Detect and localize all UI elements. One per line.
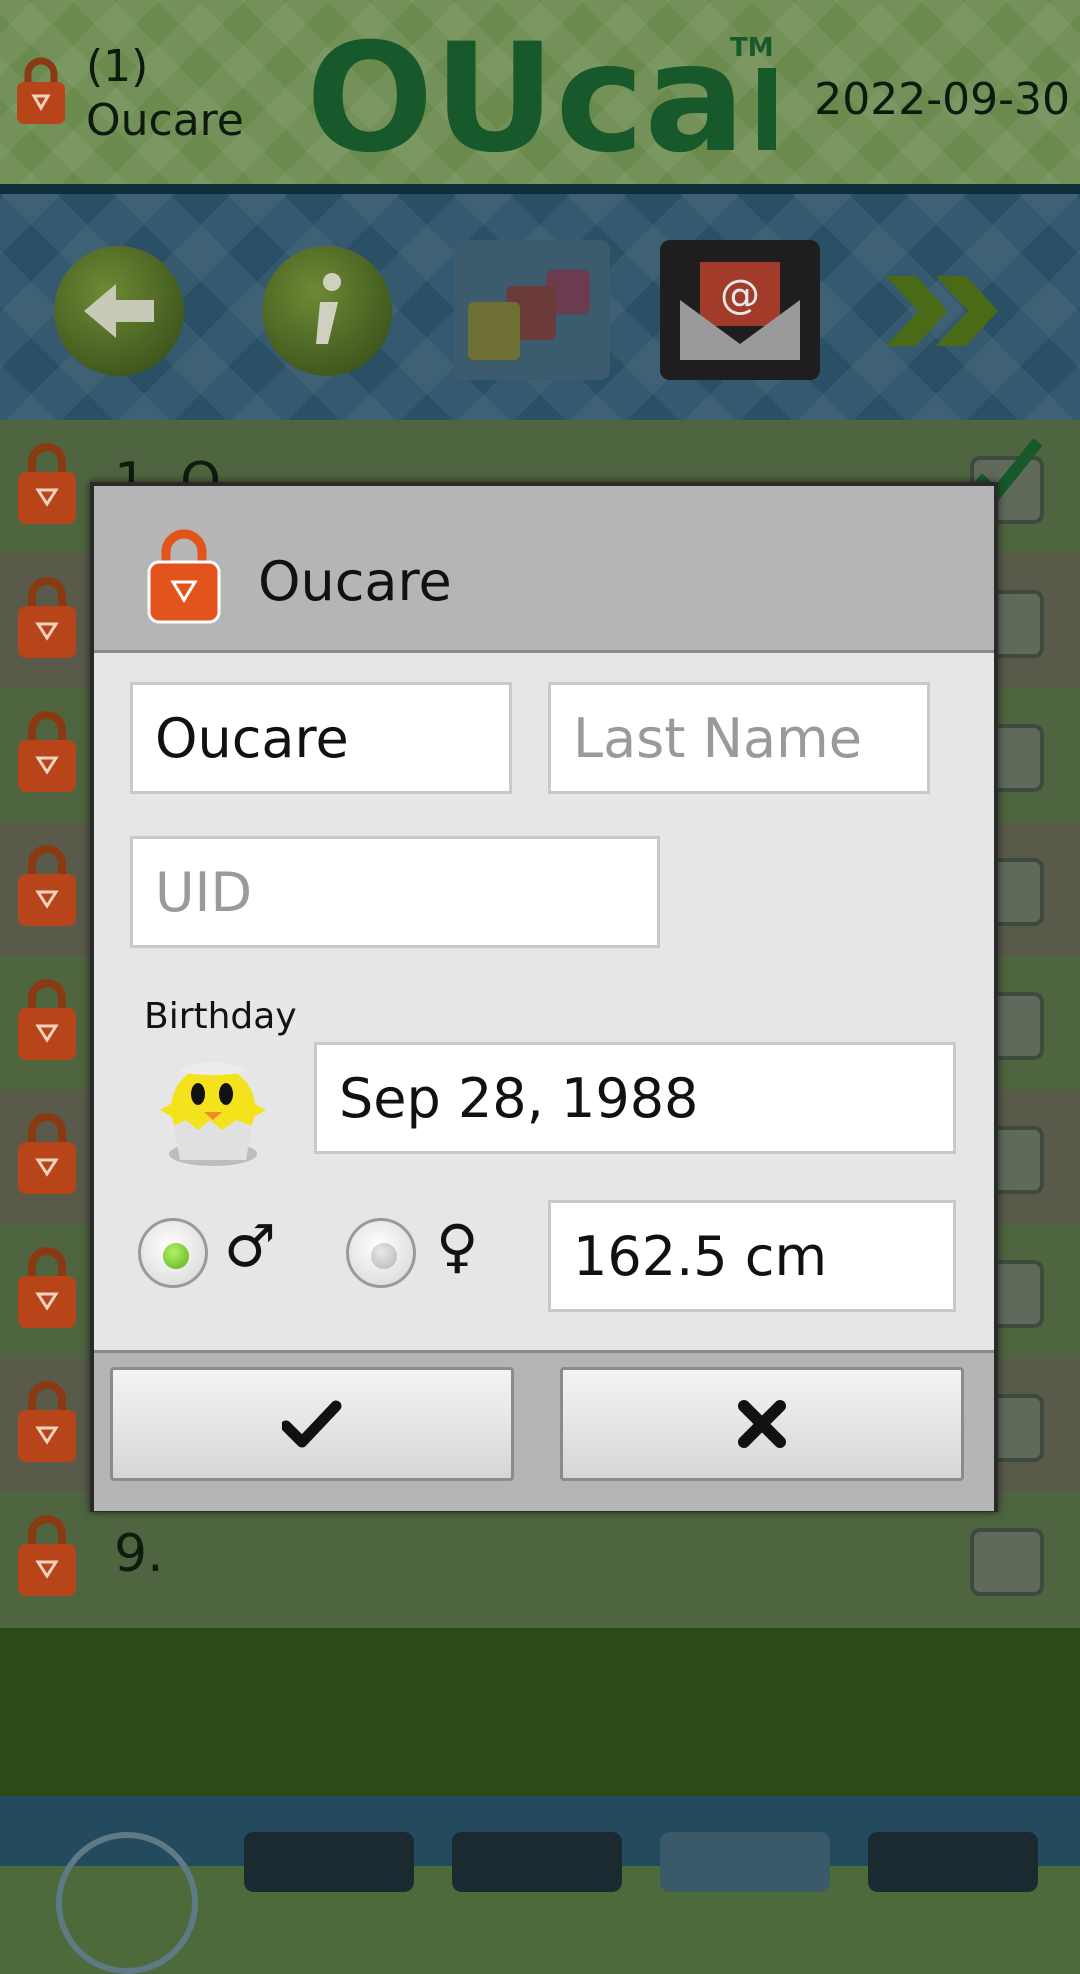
dialog-header: Oucare [94,486,994,653]
male-radio[interactable] [138,1218,208,1288]
female-radio[interactable] [346,1218,416,1288]
last-name-field[interactable] [548,682,930,794]
uid-field[interactable] [130,836,660,948]
female-radio-dot [371,1243,397,1269]
female-icon: ♀ [436,1212,479,1280]
male-radio-dot [163,1243,189,1269]
dialog-footer [94,1350,994,1511]
cross-icon [738,1400,786,1448]
edit-user-dialog: Oucare Birthday Sep 28, 1988 ♂ ♀ 162.5 c… [90,482,998,1512]
user-lock-icon [147,529,221,624]
confirm-button[interactable] [110,1367,514,1481]
birthday-chick-icon [160,1062,266,1166]
birthday-field[interactable]: Sep 28, 1988 [314,1042,956,1154]
first-name-field[interactable] [130,682,512,794]
male-icon: ♂ [224,1212,276,1280]
cancel-button[interactable] [560,1367,964,1481]
height-field[interactable]: 162.5 cm [548,1200,956,1312]
dialog-title: Oucare [258,550,452,613]
checkmark-icon [282,1400,342,1448]
birthday-label: Birthday [144,996,297,1037]
